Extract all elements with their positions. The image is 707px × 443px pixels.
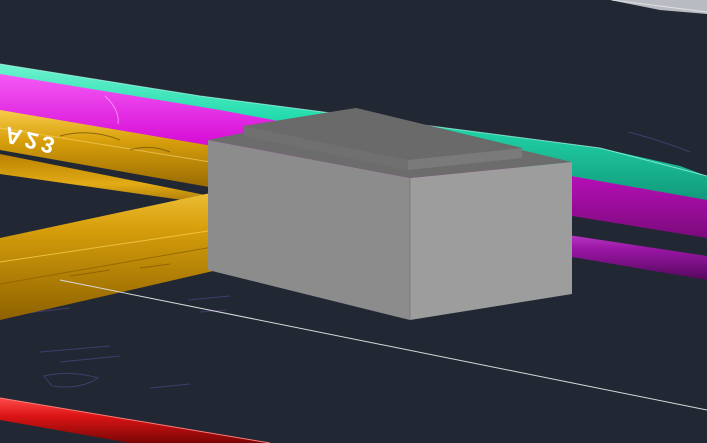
cad-3d-scene[interactable]: MH A23 [0, 0, 707, 443]
red-pipe[interactable] [0, 397, 271, 443]
viewcube-corner-icon[interactable] [610, 0, 707, 14]
cad-viewport[interactable]: MH A23 [0, 0, 707, 443]
